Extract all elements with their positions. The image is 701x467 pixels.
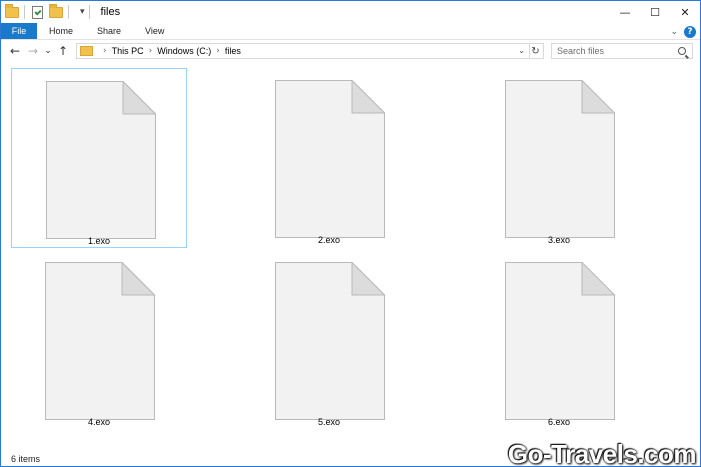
- new-folder-icon[interactable]: [49, 4, 63, 19]
- window-title: files: [100, 6, 121, 18]
- divider: [88, 5, 90, 19]
- back-button[interactable]: ←: [6, 42, 24, 60]
- file-name: 3.exo: [547, 235, 571, 245]
- navigation-bar: ← → ⌄ ↑ › This PC › Windows (C:) › files…: [1, 40, 700, 62]
- folder-icon: [5, 4, 19, 19]
- title-bar[interactable]: ▾ files — ☐ ✕: [1, 1, 700, 23]
- document-icon: [275, 262, 385, 420]
- breadcrumb-separator[interactable]: ›: [149, 46, 153, 56]
- breadcrumb-this-pc[interactable]: This PC: [112, 46, 144, 56]
- file-item[interactable]: 3.exo: [471, 68, 647, 248]
- status-item-count: 6 items: [11, 454, 41, 464]
- document-icon: [45, 262, 155, 420]
- file-name: 6.exo: [547, 417, 571, 427]
- properties-icon[interactable]: [32, 5, 43, 19]
- quick-access-dropdown-icon[interactable]: ▾: [80, 5, 85, 19]
- document-icon: [505, 80, 615, 238]
- minimize-button[interactable]: —: [610, 1, 640, 23]
- search-icon: [678, 47, 686, 55]
- document-icon: [505, 262, 615, 420]
- tab-file[interactable]: File: [1, 23, 37, 39]
- file-item[interactable]: 4.exo: [11, 250, 187, 430]
- refresh-button[interactable]: ↻: [528, 43, 544, 59]
- document-icon: [275, 80, 385, 238]
- search-input[interactable]: Search files: [557, 46, 678, 56]
- up-button[interactable]: ↑: [54, 42, 72, 60]
- search-box[interactable]: Search files: [551, 43, 693, 59]
- divider: [68, 5, 69, 19]
- folder-icon: [80, 46, 93, 56]
- ribbon-tabs: File Home Share View ⌄ ?: [1, 23, 700, 40]
- tab-view[interactable]: View: [133, 23, 176, 39]
- breadcrumb-windows-c[interactable]: Windows (C:): [157, 46, 211, 56]
- close-button[interactable]: ✕: [670, 1, 700, 23]
- expand-ribbon-icon[interactable]: ⌄: [670, 27, 678, 37]
- file-item[interactable]: 1.exo: [11, 68, 187, 248]
- divider: [24, 5, 25, 19]
- file-name: 1.exo: [87, 236, 111, 246]
- breadcrumb-separator[interactable]: ›: [216, 46, 220, 56]
- document-icon: [46, 81, 156, 239]
- file-name: 4.exo: [87, 417, 111, 427]
- file-name: 2.exo: [317, 235, 341, 245]
- file-explorer-window: ▾ files — ☐ ✕ File Home Share View ⌄ ? ←…: [0, 0, 701, 467]
- file-view: 1.exo 2.exo 3.exo 4.exo 5.exo 6.exo: [1, 64, 700, 450]
- file-name: 5.exo: [317, 417, 341, 427]
- watermark: Go-Travels.com: [507, 439, 697, 467]
- help-icon[interactable]: ?: [684, 25, 696, 38]
- tab-home[interactable]: Home: [37, 23, 85, 39]
- breadcrumb-files[interactable]: files: [225, 46, 241, 56]
- recent-locations-button[interactable]: ⌄: [42, 42, 54, 60]
- maximize-button[interactable]: ☐: [640, 1, 670, 23]
- address-dropdown-icon[interactable]: ⌄: [518, 44, 525, 58]
- file-item[interactable]: 6.exo: [471, 250, 647, 430]
- file-item[interactable]: 5.exo: [241, 250, 417, 430]
- breadcrumb-separator: ›: [103, 46, 107, 56]
- file-item[interactable]: 2.exo: [241, 68, 417, 248]
- address-bar[interactable]: › This PC › Windows (C:) › files ⌄: [76, 43, 530, 59]
- tab-share[interactable]: Share: [85, 23, 133, 39]
- forward-button[interactable]: →: [24, 42, 42, 60]
